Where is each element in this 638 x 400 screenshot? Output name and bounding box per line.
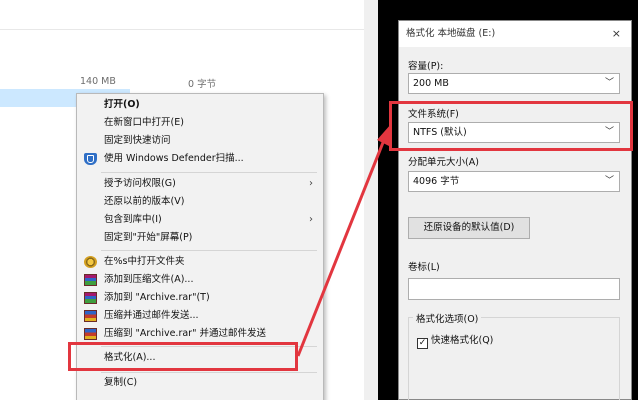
arrow-head	[377, 124, 391, 146]
arrow-line	[296, 139, 386, 357]
annotation-arrow	[296, 124, 391, 357]
